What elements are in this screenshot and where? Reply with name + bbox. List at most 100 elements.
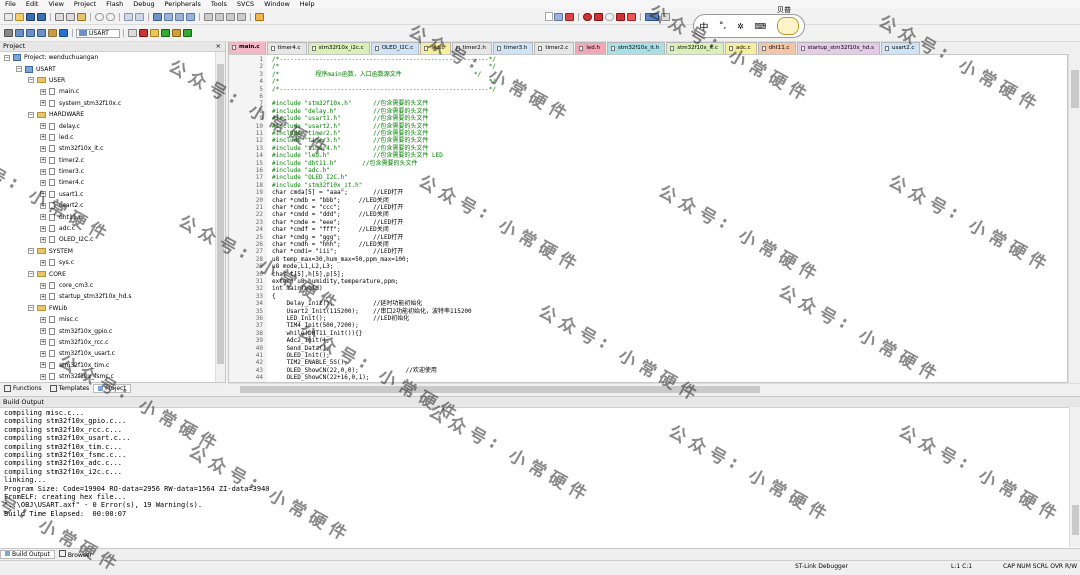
code-line[interactable]: 2 /* */ (229, 63, 1067, 70)
ime-mascot-icon[interactable] (776, 17, 799, 35)
file-tab[interactable]: main.c (228, 42, 266, 54)
tree-file-item[interactable]: + usart2.c (0, 200, 215, 211)
clear-bookmarks-icon[interactable] (186, 12, 195, 21)
expand-plus-icon[interactable]: + (40, 362, 46, 369)
nav-back-icon[interactable] (124, 12, 133, 21)
file-tab[interactable]: timer2.h (451, 42, 492, 54)
tree-file-item[interactable]: + timer2.c (0, 155, 215, 166)
ime-punct[interactable]: °, (719, 21, 726, 31)
expand-plus-icon[interactable]: + (40, 214, 46, 221)
menu-file[interactable]: File (0, 0, 21, 9)
expand-plus-icon[interactable]: + (40, 282, 46, 289)
collapse-minus-icon[interactable]: − (28, 77, 34, 84)
expand-plus-icon[interactable]: + (40, 328, 46, 335)
kill-breakpoints-icon[interactable] (616, 12, 625, 21)
unindent-icon[interactable] (215, 12, 224, 21)
tree-target-item[interactable]: − USART (0, 63, 215, 74)
code-line[interactable]: 42 TIM2_ENABLE_5S(); (229, 359, 1067, 366)
tab-browser[interactable]: Browser (55, 549, 96, 559)
code-line[interactable]: 27 char *cmdi= "iii"; //LED打开 (229, 248, 1067, 255)
tree-file-item[interactable]: + timer3.c (0, 166, 215, 177)
menu-help[interactable]: Help (295, 0, 320, 9)
file-tab[interactable]: stm32f10x_it.c (666, 42, 724, 54)
menu-svcs[interactable]: SVCS (232, 0, 259, 9)
tree-file-item[interactable]: + stm32f10x_it.c (0, 143, 215, 154)
collapse-minus-icon[interactable]: − (28, 248, 34, 255)
expand-plus-icon[interactable]: + (40, 179, 46, 186)
file-tab[interactable]: startup_stm32f10x_hd.s (796, 42, 881, 54)
file-tab[interactable]: timer4.c (266, 42, 307, 54)
prev-bookmark-icon[interactable] (164, 12, 173, 21)
code-line[interactable]: 10 #include "usart2.h" //包含需要的头文件 (229, 123, 1067, 130)
collapse-minus-icon[interactable]: − (28, 271, 34, 278)
menu-project[interactable]: Project (69, 0, 101, 9)
file-extensions-icon[interactable] (139, 29, 148, 37)
tree-folder-item[interactable]: − CORE (0, 268, 215, 279)
collapse-minus-icon[interactable]: − (28, 111, 34, 118)
new-file-icon[interactable] (4, 12, 13, 21)
ime-keyboard-icon[interactable]: ⌨ (754, 22, 766, 31)
incremental-find-icon[interactable] (565, 12, 574, 21)
tab-functions[interactable]: Functions (0, 385, 46, 392)
expand-plus-icon[interactable]: + (40, 134, 46, 141)
code-line[interactable]: 1 /*-------------------------------------… (229, 56, 1067, 63)
expand-plus-icon[interactable]: + (40, 350, 46, 357)
code-line[interactable]: 29 u8 mode,L1,L2,L3; (229, 263, 1067, 270)
project-tree-scrollbar[interactable] (215, 52, 225, 384)
find-icon[interactable] (554, 12, 563, 21)
collapse-minus-icon[interactable]: − (16, 66, 22, 73)
update-icon[interactable] (183, 29, 192, 37)
menu-tools[interactable]: Tools (206, 0, 232, 9)
menu-edit[interactable]: Edit (21, 0, 44, 9)
code-line[interactable]: 38 while(DHT11_Init()){} (229, 330, 1067, 337)
code-line[interactable]: 39 Adc2_Init(); (229, 337, 1067, 344)
code-line[interactable]: 24 char *cmdf = "fff"; //LED关闭 (229, 226, 1067, 233)
code-line[interactable]: 44 OLED_ShowCN(22+16,0,1); (229, 374, 1067, 381)
disable-breakpoint-icon[interactable] (605, 12, 614, 21)
expand-plus-icon[interactable]: + (40, 191, 46, 198)
tree-file-item[interactable]: + usart1.c (0, 189, 215, 200)
tree-file-item[interactable]: + system_stm32f10x.c (0, 98, 215, 109)
file-tab[interactable]: usart2.c (881, 42, 921, 54)
tree-file-item[interactable]: + sys.c (0, 257, 215, 268)
tree-folder-item[interactable]: − SYSTEM (0, 246, 215, 257)
tree-folder-item[interactable]: − HARDWARE (0, 109, 215, 120)
build-output-scrollbar[interactable] (1069, 407, 1080, 547)
expand-plus-icon[interactable]: + (40, 157, 46, 164)
tree-file-item[interactable]: + adc.c (0, 223, 215, 234)
find-combo[interactable] (545, 12, 553, 21)
tree-file-item[interactable]: + stm32f10x_fsmc.c (0, 371, 215, 382)
expand-plus-icon[interactable]: + (40, 316, 46, 323)
uncomment-icon[interactable] (237, 12, 246, 21)
code-line[interactable]: 19 char cmda[5] = "aaa"; //LED打开 (229, 189, 1067, 196)
debug-start-icon[interactable] (583, 12, 592, 21)
expand-plus-icon[interactable]: + (40, 225, 46, 232)
code-line[interactable]: 32 int main(void) (229, 285, 1067, 292)
code-line[interactable]: 14 #include "led.h" //包含需要的头文件 LED (229, 152, 1067, 159)
editor-vertical-scrollbar[interactable] (1068, 54, 1080, 383)
window-layout-icon[interactable] (645, 12, 659, 21)
code-line[interactable]: 28 u8 temp_max=30,hum_max=50,ppm_max=100; (229, 256, 1067, 263)
editor-horizontal-scrollbar[interactable] (228, 383, 1080, 394)
code-line[interactable]: 22 char *cmdd = "ddd"; //LED关闭 (229, 211, 1067, 218)
tree-file-item[interactable]: + misc.c (0, 314, 215, 325)
stop-build-icon[interactable] (48, 29, 57, 37)
tree-file-item[interactable]: + stm32f10x_usart.c (0, 348, 215, 359)
expand-plus-icon[interactable]: + (40, 202, 46, 209)
tree-file-item[interactable]: + OLED_I2C.c (0, 234, 215, 245)
tree-file-item[interactable]: + timer4.c (0, 177, 215, 188)
code-line[interactable]: 41 OLED_Init(); (229, 352, 1067, 359)
tree-file-item[interactable]: + led.c (0, 132, 215, 143)
tree-folder-item[interactable]: − USER (0, 75, 215, 86)
save-icon[interactable] (26, 12, 35, 21)
file-tab[interactable]: dht11.c (757, 42, 796, 54)
open-folder-icon[interactable] (15, 12, 24, 21)
file-tab[interactable]: OLED_I2C.c (370, 42, 420, 54)
expand-plus-icon[interactable]: + (40, 123, 46, 130)
code-line[interactable]: 35 Usart2_Init(115200); //串口2功能初始化，波特率11… (229, 308, 1067, 315)
code-line[interactable]: 25 char *cmdg = "ggg"; //LED打开 (229, 234, 1067, 241)
expand-plus-icon[interactable]: + (40, 88, 46, 95)
code-line[interactable]: 30 char t[5],h[5],p[5]; (229, 271, 1067, 278)
pack-installer-icon[interactable] (161, 29, 170, 37)
code-line[interactable]: 9 #include "usart1.h" //包含需要的头文件 (229, 115, 1067, 122)
